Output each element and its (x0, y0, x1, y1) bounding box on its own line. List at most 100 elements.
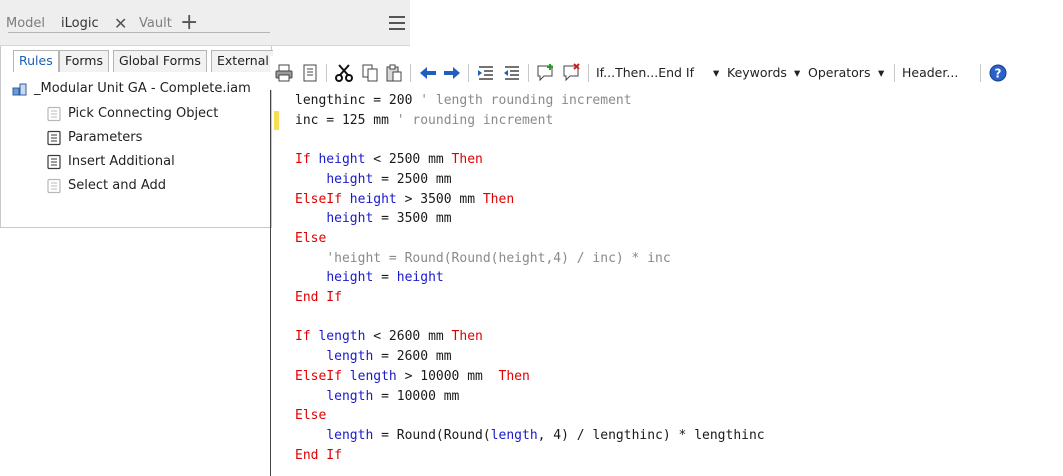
code-line: length = 2600 mm (295, 347, 452, 366)
tab-ilogic[interactable]: iLogic (61, 14, 99, 34)
changed-line-marker (274, 111, 279, 130)
header-menu[interactable]: Header... (902, 64, 958, 82)
code-token: = 2500 mm (373, 171, 452, 187)
undo-icon[interactable] (418, 63, 438, 83)
code-token: length (326, 388, 374, 404)
code-token: If (295, 329, 319, 345)
toolbar-separator (410, 64, 411, 82)
code-token: = (373, 270, 397, 286)
code-token: height (396, 270, 444, 286)
paste-icon[interactable] (384, 63, 404, 83)
tree-item-insert-additional[interactable]: Insert Additional (46, 152, 175, 172)
cut-icon[interactable] (334, 63, 354, 83)
tab-vault[interactable]: Vault (139, 14, 172, 34)
assembly-icon (12, 83, 27, 95)
code-line: Else (295, 229, 326, 248)
code-token: < 2500 mm (365, 152, 452, 168)
code-token: 'height = Round(Round(height,4) / inc) *… (326, 250, 671, 266)
tab-model[interactable]: Model (6, 14, 45, 34)
code-token: height (326, 211, 374, 227)
tree-item-select-and-add[interactable]: Select and Add (46, 176, 166, 196)
toolbar-separator (980, 64, 981, 82)
rule-icon (47, 154, 61, 169)
code-line: height = 3500 mm (295, 209, 452, 228)
subtab-external-rules[interactable]: External Rules (211, 50, 273, 72)
copy-icon[interactable] (360, 63, 380, 83)
subtab-rules[interactable]: Rules (13, 50, 59, 72)
code-token: height (349, 191, 397, 207)
chevron-down-icon[interactable]: ▾ (713, 64, 719, 82)
code-line: End If (295, 288, 342, 307)
tree-root-label: _Modular Unit GA - Complete.iam (34, 81, 251, 96)
chevron-down-icon[interactable]: ▾ (878, 64, 884, 82)
subtab-global-forms[interactable]: Global Forms (113, 50, 207, 72)
code-token: = Round(Round( (373, 427, 491, 443)
code-line: inc = 125 mm ' rounding increment (295, 111, 553, 130)
subtab-forms[interactable]: Forms (59, 50, 110, 72)
code-token: length (349, 368, 397, 384)
code-token: length (318, 329, 366, 345)
tree-item-label: Insert Additional (68, 154, 175, 169)
code-token: Then (451, 329, 483, 345)
code-token: End If (295, 447, 342, 463)
code-token: ' rounding increment (396, 112, 554, 128)
tree-item-parameters[interactable]: Parameters (46, 128, 142, 148)
code-token: = 3500 mm (373, 211, 452, 227)
toolbar-separator (528, 64, 529, 82)
panel-tab-bar: Model iLogic ✕ Vault + (0, 0, 410, 46)
tree-root-assembly[interactable]: _Modular Unit GA - Complete.iam (12, 79, 251, 99)
code-token: < 2600 mm (365, 329, 452, 345)
code-line: End If (295, 446, 342, 465)
rule-disabled-icon (47, 178, 61, 193)
editor-toolbar: If...Then...End If ▾ Keywords ▾ Operator… (270, 56, 1063, 90)
tree-item-label: Select and Add (68, 178, 166, 193)
operators-menu[interactable]: Operators (808, 64, 870, 82)
code-token: Then (451, 152, 483, 168)
code-token: > 10000 mm (396, 368, 499, 384)
code-token: = 10000 mm (373, 388, 460, 404)
redo-icon[interactable] (442, 63, 462, 83)
code-token: , 4) / lengthinc) * lengthinc (537, 427, 765, 443)
menu-icon[interactable] (389, 16, 405, 30)
code-line: ElseIf length > 10000 mm Then (295, 367, 530, 386)
code-token: length (326, 427, 374, 443)
keywords-menu[interactable]: Keywords (727, 64, 787, 82)
code-token: Else (295, 230, 327, 246)
code-editor[interactable]: lengthinc = 200 ' length rounding increm… (270, 90, 1063, 476)
document-icon[interactable] (300, 63, 320, 83)
code-line: ElseIf height > 3500 mm Then (295, 190, 514, 209)
code-token: > 3500 mm (396, 191, 483, 207)
browser-subtabs: Rules Forms Global Forms External Rules (13, 50, 273, 72)
code-token: height (326, 171, 374, 187)
code-line: length = Round(Round(length, 4) / length… (295, 426, 765, 445)
code-token: End If (295, 290, 342, 305)
tree-item-label: Parameters (68, 130, 143, 145)
code-token: length (326, 349, 374, 365)
chevron-down-icon[interactable]: ▾ (794, 64, 800, 82)
code-line: Else (295, 406, 326, 425)
code-line: height = 2500 mm (295, 170, 452, 189)
tree-item-pick-connecting-object[interactable]: Pick Connecting Object (46, 104, 218, 124)
code-token: = 2600 mm (373, 349, 452, 365)
close-icon[interactable]: ✕ (114, 14, 127, 34)
tree-item-label: Pick Connecting Object (68, 106, 219, 121)
code-token: ElseIf (295, 368, 350, 384)
code-token: Then (498, 368, 530, 384)
print-icon[interactable] (274, 63, 294, 83)
comment-icon[interactable] (536, 63, 556, 83)
code-line: height = height (295, 268, 444, 287)
toolbar-separator (894, 64, 895, 82)
rule-disabled-icon (47, 106, 61, 121)
help-icon[interactable]: ? (988, 63, 1008, 83)
if-then-end-if-button[interactable]: If...Then...End If (596, 64, 694, 82)
indent-icon[interactable] (476, 63, 496, 83)
outdent-icon[interactable] (502, 63, 522, 83)
toolbar-separator (588, 64, 589, 82)
uncomment-icon[interactable] (562, 63, 582, 83)
